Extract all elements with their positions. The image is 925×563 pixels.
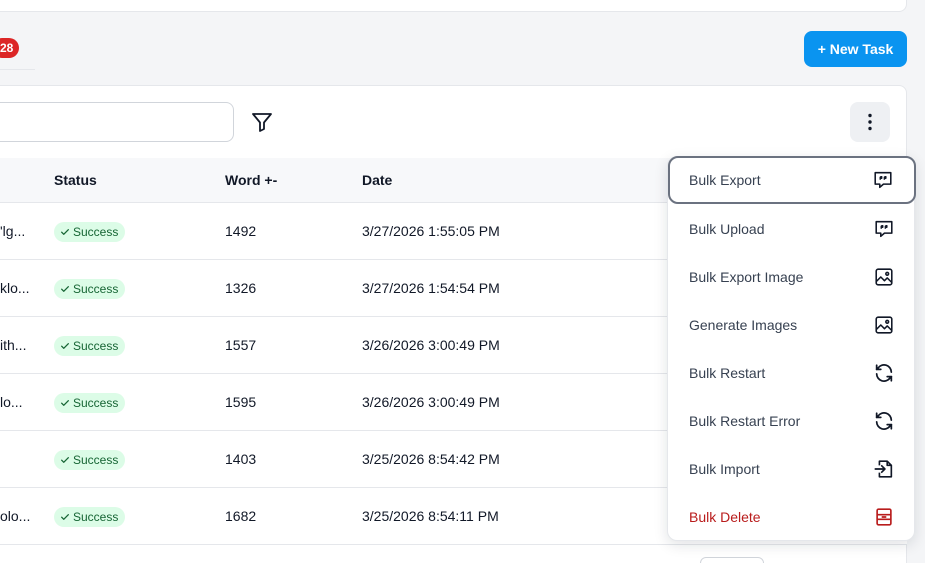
task-name[interactable]: olo...	[0, 488, 30, 545]
image-icon	[873, 314, 895, 336]
status-badge: Success	[54, 279, 126, 299]
new-task-button[interactable]: + New Task	[804, 31, 907, 67]
status-badge: Success	[54, 222, 126, 242]
image-icon	[873, 266, 895, 288]
filter-icon[interactable]	[250, 110, 274, 134]
word-count: 1557	[225, 337, 257, 353]
menu-item-label: Generate Images	[689, 317, 798, 333]
archive-delete-icon	[873, 506, 895, 528]
refresh-icon	[873, 362, 895, 384]
menu-item-bulk-export[interactable]: Bulk Export	[668, 156, 916, 204]
task-name[interactable]: lo...	[0, 374, 23, 431]
menu-item-label: Bulk Delete	[689, 509, 761, 525]
word-count: 1403	[225, 451, 257, 467]
status-label: Success	[73, 339, 119, 353]
check-icon	[61, 457, 69, 463]
menu-item-label: Bulk Upload	[689, 221, 765, 237]
bulk-actions-menu: Bulk Export Bulk Upload Bulk Export Image G…	[667, 156, 916, 541]
menu-item-label: Bulk Export Image	[689, 269, 804, 285]
menu-item-bulk-import[interactable]: Bulk Import	[669, 446, 915, 492]
menu-item-label: Bulk Restart	[689, 365, 766, 381]
task-date: 3/27/2026 1:54:54 PM	[362, 280, 500, 296]
more-actions-button[interactable]	[850, 102, 890, 142]
task-name[interactable]: klo...	[0, 260, 30, 317]
task-name[interactable]: ʹlg...	[0, 203, 25, 260]
task-date: 3/26/2026 3:00:49 PM	[362, 337, 500, 353]
tab-tasks[interactable]: 28	[0, 37, 35, 70]
check-icon	[61, 400, 69, 406]
search-input[interactable]	[0, 102, 234, 142]
task-date: 3/25/2026 8:54:11 PM	[362, 508, 499, 524]
status-label: Success	[73, 510, 119, 524]
check-icon	[61, 514, 69, 520]
task-date: 3/26/2026 3:00:49 PM	[362, 394, 500, 410]
menu-item-generate-images[interactable]: Generate Images	[669, 302, 915, 348]
status-badge: Success	[54, 450, 126, 470]
quote-message-icon	[872, 169, 894, 191]
top-card	[0, 0, 907, 12]
word-count: 1326	[225, 280, 257, 296]
task-name[interactable]: ith...	[0, 317, 26, 374]
quote-message-icon	[873, 218, 895, 240]
status-label: Success	[73, 396, 119, 410]
word-count: 1492	[225, 223, 257, 239]
column-header-date[interactable]: Date	[362, 158, 392, 203]
word-count: 1682	[225, 508, 257, 524]
status-badge: Success	[54, 336, 126, 356]
import-icon	[873, 458, 895, 480]
menu-item-bulk-restart[interactable]: Bulk Restart	[669, 350, 915, 396]
status-label: Success	[73, 225, 119, 239]
refresh-icon	[873, 410, 895, 432]
status-badge: Success	[54, 507, 126, 527]
column-header-word[interactable]: Word +-	[225, 158, 277, 203]
status-label: Success	[73, 282, 119, 296]
status-badge: Success	[54, 393, 126, 413]
menu-item-bulk-upload[interactable]: Bulk Upload	[669, 206, 915, 252]
column-header-status[interactable]: Status	[54, 158, 97, 203]
check-icon	[61, 343, 69, 349]
task-count-badge: 28	[0, 38, 19, 58]
task-date: 3/27/2026 1:55:05 PM	[362, 223, 500, 239]
task-date: 3/25/2026 8:54:42 PM	[362, 451, 500, 467]
menu-item-bulk-restart-error[interactable]: Bulk Restart Error	[669, 398, 915, 444]
word-count: 1595	[225, 394, 257, 410]
status-label: Success	[73, 453, 119, 467]
check-icon	[61, 286, 69, 292]
menu-item-label: Bulk Export	[689, 172, 761, 188]
menu-item-bulk-delete[interactable]: Bulk Delete	[669, 494, 915, 540]
more-vertical-icon	[868, 113, 872, 131]
menu-item-bulk-export-image[interactable]: Bulk Export Image	[669, 254, 915, 300]
pagination-button[interactable]	[700, 557, 764, 563]
menu-item-label: Bulk Restart Error	[689, 413, 801, 429]
menu-item-label: Bulk Import	[689, 461, 760, 477]
check-icon	[61, 229, 69, 235]
